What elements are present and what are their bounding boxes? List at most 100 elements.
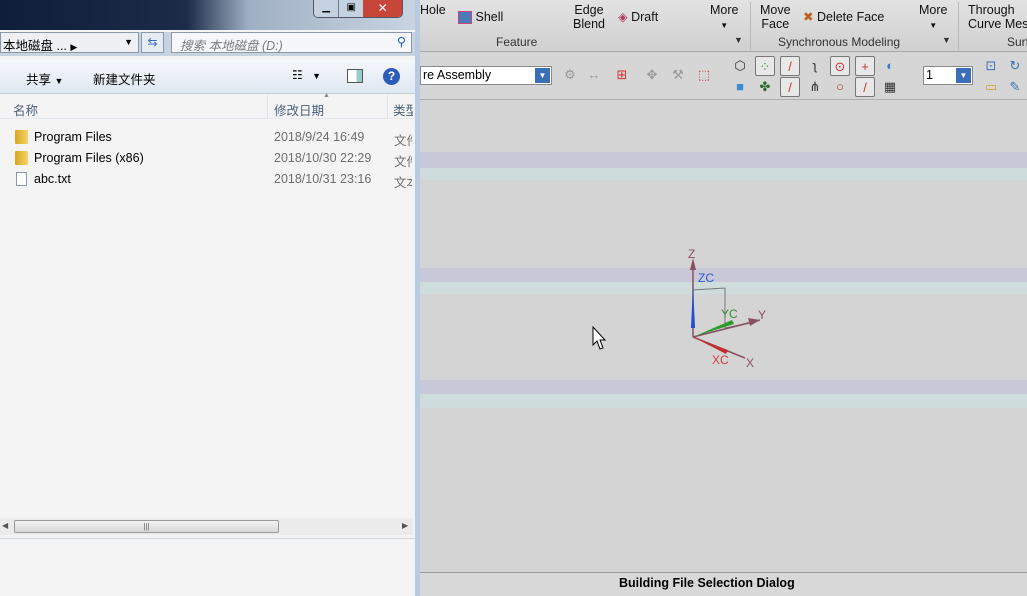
yc-label: YC [721, 307, 738, 321]
minimize-button[interactable]: ▁ [314, 0, 339, 17]
rotate-icon[interactable]: ↻ [1005, 56, 1025, 76]
explorer-window: ▁ ▣ ✕ 本地磁盘 ... ▶ ▼ ⇆ 搜索 本地磁盘 (D:) ⚲ 共享 ▼ 新… [0, 0, 420, 596]
assembly-filter-select[interactable]: re Assembly ▼ [420, 66, 552, 85]
chevron-down-icon: ▼ [929, 21, 938, 30]
view-icon[interactable]: ⬡ [730, 56, 750, 76]
new-folder-button[interactable]: 新建文件夹 [93, 69, 156, 88]
divider [0, 538, 415, 539]
hole-button[interactable]: Hole [420, 3, 450, 17]
draft-button[interactable]: ◈ Draft [618, 10, 658, 24]
refresh-button[interactable]: ⇆ [141, 32, 164, 53]
feature-group-expand-icon[interactable]: ▼ [734, 35, 743, 45]
curve-icon[interactable]: ʅ [805, 56, 825, 76]
file-row[interactable]: Program Files (x86) 2018/10/30 22:29 文件 [0, 148, 412, 169]
divider [958, 2, 959, 50]
chevron-down-icon: ▼ [720, 21, 729, 30]
render-band [420, 380, 1027, 394]
move-face-button[interactable]: Move Face [760, 3, 791, 31]
command-bar: 共享 ▼ 新建文件夹 ☷ ▼ ? [0, 60, 415, 94]
column-name[interactable]: 名称 [13, 100, 38, 119]
existing-point-icon[interactable]: + [855, 56, 875, 76]
share-button[interactable]: 共享 ▼ [26, 69, 63, 88]
snap-icon[interactable]: ⊞ [612, 65, 632, 85]
scroll-left-icon[interactable]: ◀ [2, 521, 8, 530]
point-on-curve-icon[interactable]: / [855, 77, 875, 97]
selection-toolbar: re Assembly ▼ ⚙ ↔ ⊞ ✥ ⚒ ⬚ ⬡ ■ ⁘ ✤ / / ʅ ⋔… [420, 53, 1027, 100]
layer-select[interactable]: 1 ▼ [923, 66, 973, 85]
file-row[interactable]: abc.txt 2018/10/31 23:16 文本 [0, 169, 412, 190]
point-icon[interactable]: ✥ [642, 65, 662, 85]
shell-button[interactable]: Shell [458, 10, 503, 25]
draft-icon: ◈ [618, 10, 628, 24]
list-view-icon: ☷ [292, 68, 303, 82]
mouse-cursor-icon [592, 326, 607, 350]
mid-point-icon[interactable]: / [780, 77, 800, 97]
chevron-down-icon: ▼ [124, 37, 133, 47]
quadrant-icon[interactable]: ○ [830, 77, 850, 97]
face-icon[interactable]: ◐ [880, 56, 900, 76]
scroll-right-icon[interactable]: ▶ [402, 521, 408, 530]
file-type: 文本 [394, 176, 412, 190]
column-modified[interactable]: 修改日期 [274, 100, 324, 119]
delete-face-button[interactable]: ✖ Delete Face [803, 10, 884, 24]
through-curve-mesh-button[interactable]: Through Curve Mes [968, 3, 1027, 31]
feature-group-label: Feature [496, 35, 538, 49]
chevron-down-icon: ▼ [54, 76, 64, 86]
address-bar[interactable]: 本地磁盘 ... ▶ ▼ [0, 32, 139, 53]
file-name: abc.txt [34, 172, 71, 186]
file-name: Program Files [34, 130, 112, 144]
more-feature-button[interactable]: More ▼ [710, 3, 738, 33]
render-band [420, 394, 1027, 408]
scrollbar-thumb[interactable]: ||| [14, 520, 279, 533]
folder-icon [15, 130, 28, 144]
close-icon: ✕ [377, 1, 388, 15]
folder-icon [15, 151, 28, 165]
search-icon: ⚲ [396, 35, 406, 49]
help-icon[interactable]: ? [383, 68, 400, 85]
graphics-viewport[interactable]: Z ZC YC Y XC X [420, 100, 1027, 572]
shell-icon [458, 11, 472, 25]
title-bar[interactable]: ▁ ▣ ✕ [0, 0, 415, 30]
cube-icon[interactable]: ■ [730, 77, 750, 97]
snap-all-icon[interactable]: ⁘ [755, 56, 775, 76]
snap-points-icon[interactable]: ✤ [755, 77, 775, 97]
search-input[interactable]: 搜索 本地磁盘 (D:) ⚲ [171, 32, 412, 53]
maximize-button[interactable]: ▣ [338, 0, 364, 17]
feature-select-icon[interactable]: ⚒ [668, 65, 688, 85]
close-button[interactable]: ✕ [363, 0, 402, 17]
surface-group-label: Surf [1007, 35, 1027, 49]
dropdown-arrow-icon: ▼ [956, 68, 971, 83]
file-name: Program Files (x86) [34, 151, 144, 165]
intersection-icon[interactable]: ⋔ [805, 77, 825, 97]
edge-blend-button[interactable]: Edge Blend [573, 3, 605, 31]
fit-icon[interactable]: ⊡ [981, 56, 1001, 76]
address-row: 本地磁盘 ... ▶ ▼ ⇆ 搜索 本地磁盘 (D:) ⚲ [0, 32, 415, 56]
file-type: 文件 [394, 134, 412, 148]
wcs-triad-icon: Z ZC YC Y XC X [688, 247, 766, 370]
z-label: Z [688, 247, 695, 261]
view-options-button[interactable]: ☷ ▼ [292, 68, 321, 82]
selection-icon[interactable]: ↔ [584, 65, 604, 85]
brush-icon[interactable]: ✎ [1005, 77, 1025, 97]
restore-icon: ▣ [346, 2, 356, 13]
horizontal-scrollbar[interactable]: ◀ ||| ▶ [0, 518, 413, 535]
more-sync-button[interactable]: More ▼ [919, 3, 947, 33]
divider [387, 95, 388, 119]
preview-pane-icon[interactable] [347, 69, 363, 83]
file-row[interactable]: Program Files 2018/9/24 16:49 文件 [0, 127, 412, 148]
arc-center-icon[interactable]: ⊙ [830, 56, 850, 76]
divider [750, 2, 751, 50]
rectangle-select-icon[interactable]: ⬚ [694, 65, 714, 85]
sync-group-expand-icon[interactable]: ▼ [942, 35, 951, 45]
end-point-icon[interactable]: / [780, 56, 800, 76]
text-file-icon [16, 172, 27, 186]
assembly-icon[interactable]: ⚙ [560, 65, 580, 85]
file-type: 文件 [394, 155, 412, 169]
chevron-down-icon: ▼ [312, 71, 322, 81]
y-label: Y [758, 308, 766, 322]
grid-icon[interactable]: ▦ [880, 77, 900, 97]
render-icon[interactable]: ▭ [981, 77, 1001, 97]
column-type[interactable]: 类型 [393, 100, 413, 119]
file-modified: 2018/9/24 16:49 [274, 130, 365, 144]
column-headers: 名称 修改日期 ▲ 类型 [0, 92, 415, 119]
